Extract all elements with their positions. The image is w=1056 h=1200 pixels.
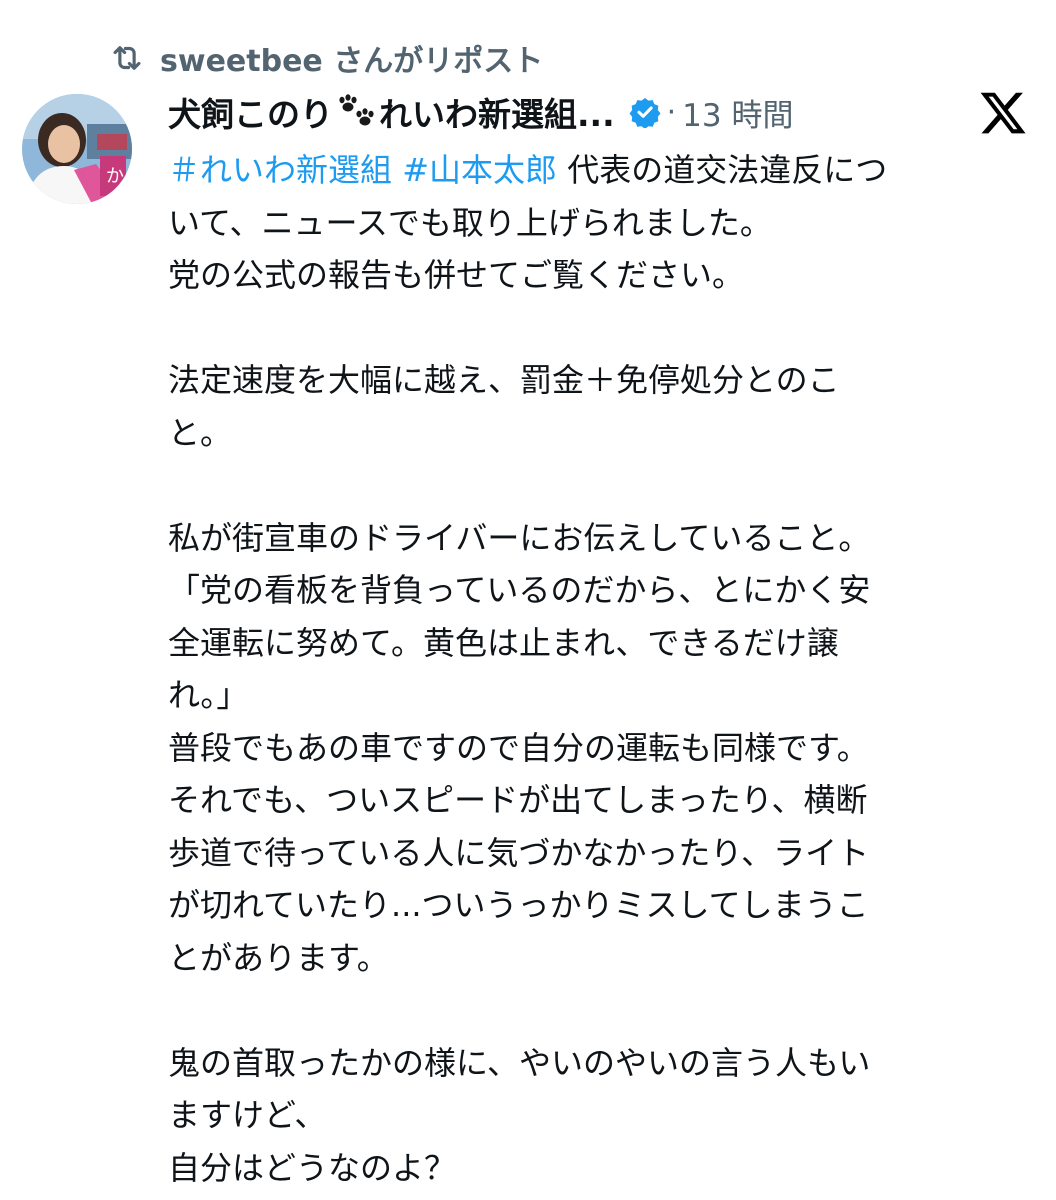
- text-line-1: ＃れいわ新選組 #山本太郎 代表の道交法違反につ: [168, 144, 1038, 197]
- text-line: れ。」: [168, 676, 249, 714]
- text-line: 鬼の首取ったかの様に、やいのやいの言う人もい: [168, 1043, 871, 1082]
- separator-dot: ·: [666, 94, 677, 130]
- avatar[interactable]: か: [22, 94, 132, 204]
- text-line: いて、ニュースでも取り上げられました。: [168, 203, 772, 242]
- svg-text:か: か: [106, 166, 124, 187]
- verified-badge-icon: [629, 96, 661, 129]
- text-line: 党の公式の報告も併せてご覧ください。: [168, 256, 745, 294]
- tweet-header: 犬飼このり れいわ新選組... · 13 時間: [168, 88, 793, 136]
- timestamp[interactable]: 13 時間: [682, 90, 793, 135]
- text-line: 自分はどうなのよ？: [168, 1148, 457, 1187]
- text-line: 全運転に努めて。黄色は止まれ、できるだけ譲: [168, 623, 839, 662]
- repost-label: sweetbee さんがリポスト: [160, 44, 544, 79]
- text-line: 法定速度を大幅に越え、罰金＋免停処分とのこ: [168, 361, 840, 399]
- repost-context[interactable]: sweetbee さんがリポスト: [108, 38, 544, 79]
- text-line: 普段でもあの車ですので自分の運転も同様です。: [168, 728, 869, 767]
- hashtag-reiwa[interactable]: ＃れいわ新選組: [168, 151, 392, 189]
- text-line: 私が街宣車のドライバーにお伝えしていること。: [168, 518, 871, 557]
- display-name-suffix[interactable]: れいわ新選組...: [379, 88, 615, 136]
- text-line: 「党の看板を背負っているのだから、とにかく安: [168, 571, 871, 609]
- text-line: 歩道で待っている人に気づかなかったり、ライト: [168, 833, 870, 872]
- x-logo-icon: [978, 88, 1028, 138]
- text-line: と。: [168, 413, 233, 452]
- tweet-text: ＃れいわ新選組 #山本太郎 代表の道交法違反につ いて、ニュースでも取り上げられ…: [168, 144, 1038, 1194]
- paw-prints-icon: [337, 94, 377, 130]
- repost-icon: [108, 39, 146, 77]
- text-fragment: 代表の道交法違反につ: [567, 151, 888, 189]
- display-name[interactable]: 犬飼このり: [168, 88, 333, 136]
- text-line: が切れていたり...ついうっかりミスしてしまうこ: [168, 886, 869, 924]
- hashtag-yamamoto[interactable]: #山本太郎: [402, 151, 557, 189]
- text-line: ますけど、: [168, 1096, 327, 1134]
- text-line: とがあります。: [168, 938, 389, 977]
- text-line: それでも、ついスピードが出てしまったり、横断: [168, 781, 868, 819]
